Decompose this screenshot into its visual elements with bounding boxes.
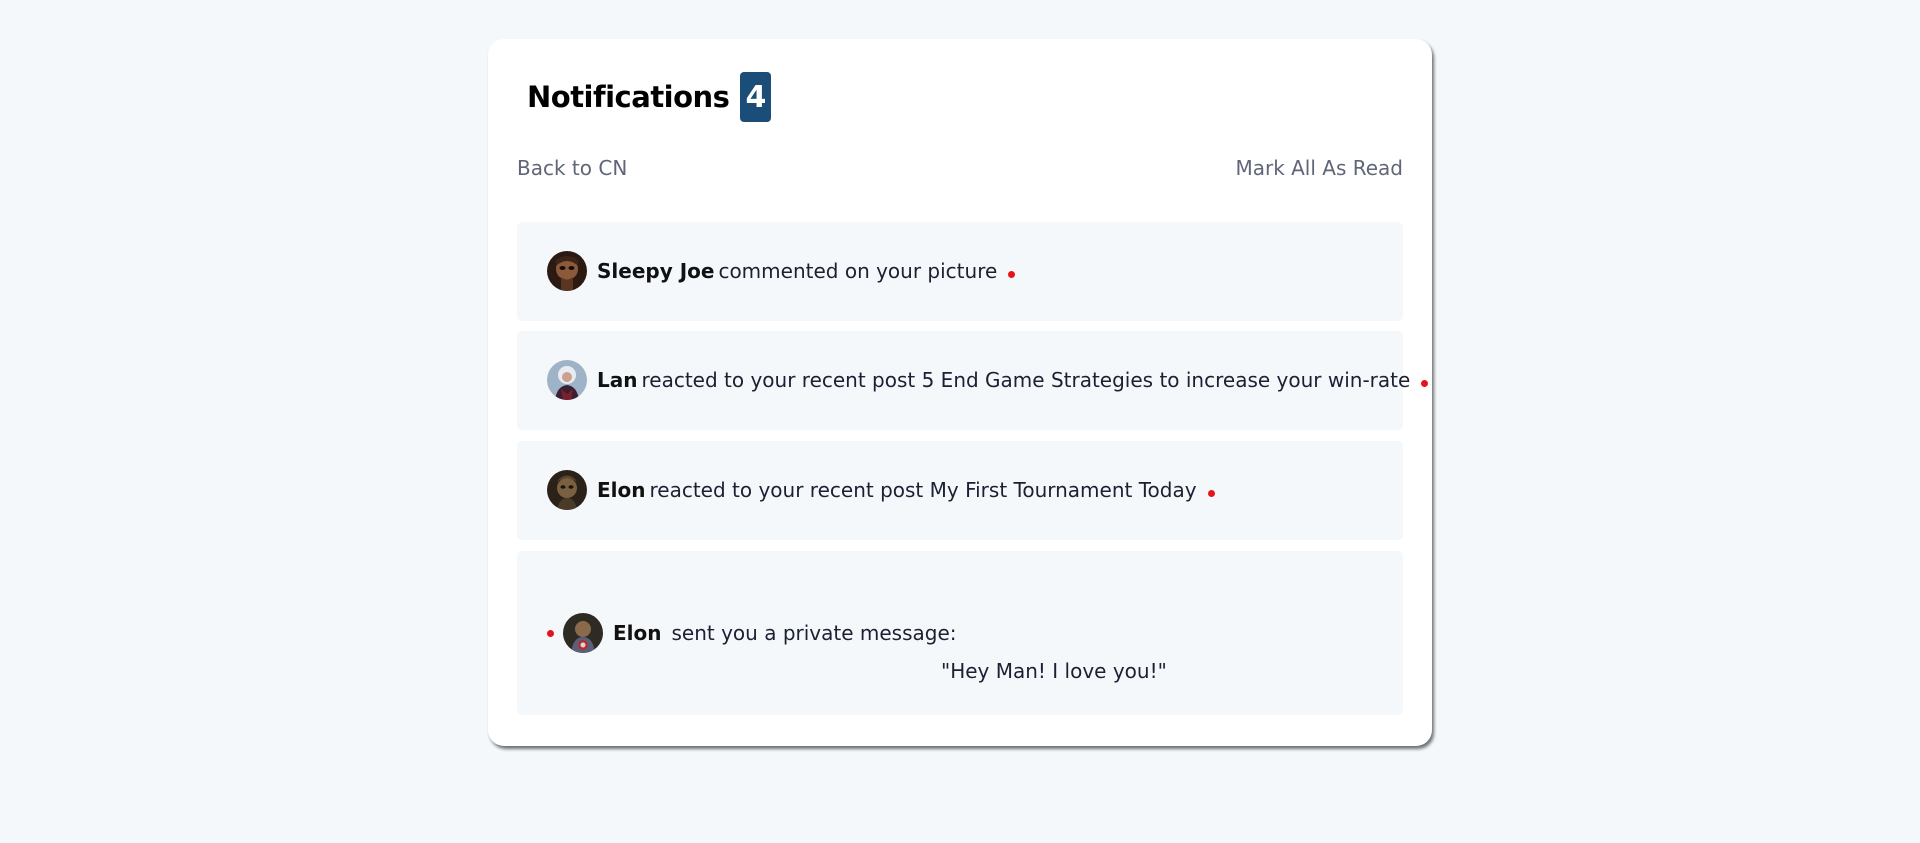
notification-text: commented on your picture (718, 259, 998, 283)
avatar[interactable] (563, 613, 603, 653)
private-message-preview[interactable]: "Hey Man! I love you!" (941, 659, 1167, 683)
unread-dot-icon (547, 629, 554, 637)
notification-item[interactable]: Sleepy Joe commented on your picture (517, 222, 1403, 321)
mark-all-as-read-link[interactable]: Mark All As Read (1235, 156, 1403, 180)
notifications-card: Notifications 4 Back to CN Mark All As R… (488, 39, 1432, 746)
sender-name[interactable]: Elon (613, 621, 662, 645)
action-links: Back to CN Mark All As Read (517, 156, 1403, 180)
unread-dot-icon (1207, 489, 1215, 497)
avatar-image-icon (547, 251, 587, 291)
notification-item[interactable]: Elon reacted to your recent post My Firs… (517, 441, 1403, 540)
notification-item[interactable]: Elon sent you a private message: "Hey Ma… (517, 551, 1403, 715)
avatar[interactable] (547, 251, 587, 291)
page-title: Notifications (527, 80, 730, 114)
header: Notifications 4 (527, 72, 772, 122)
back-to-cn-link[interactable]: Back to CN (517, 156, 627, 180)
notification-text: reacted to your recent post 5 End Game S… (641, 368, 1411, 392)
avatar-image-icon (547, 360, 587, 400)
avatar[interactable] (547, 470, 587, 510)
avatar[interactable] (547, 360, 587, 400)
unread-dot-icon (1421, 379, 1429, 387)
unread-count-badge: 4 (740, 72, 772, 122)
notification-text: reacted to your recent post My First Tou… (649, 478, 1197, 502)
avatar-image-icon (563, 613, 603, 653)
notification-item[interactable]: Lan reacted to your recent post 5 End Ga… (517, 331, 1429, 430)
notification-text: sent you a private message: (671, 621, 957, 645)
sender-name[interactable]: Lan (597, 368, 637, 392)
sender-name[interactable]: Sleepy Joe (597, 259, 714, 283)
unread-dot-icon (1008, 270, 1016, 278)
avatar-image-icon (547, 470, 587, 510)
sender-name[interactable]: Elon (597, 478, 646, 502)
